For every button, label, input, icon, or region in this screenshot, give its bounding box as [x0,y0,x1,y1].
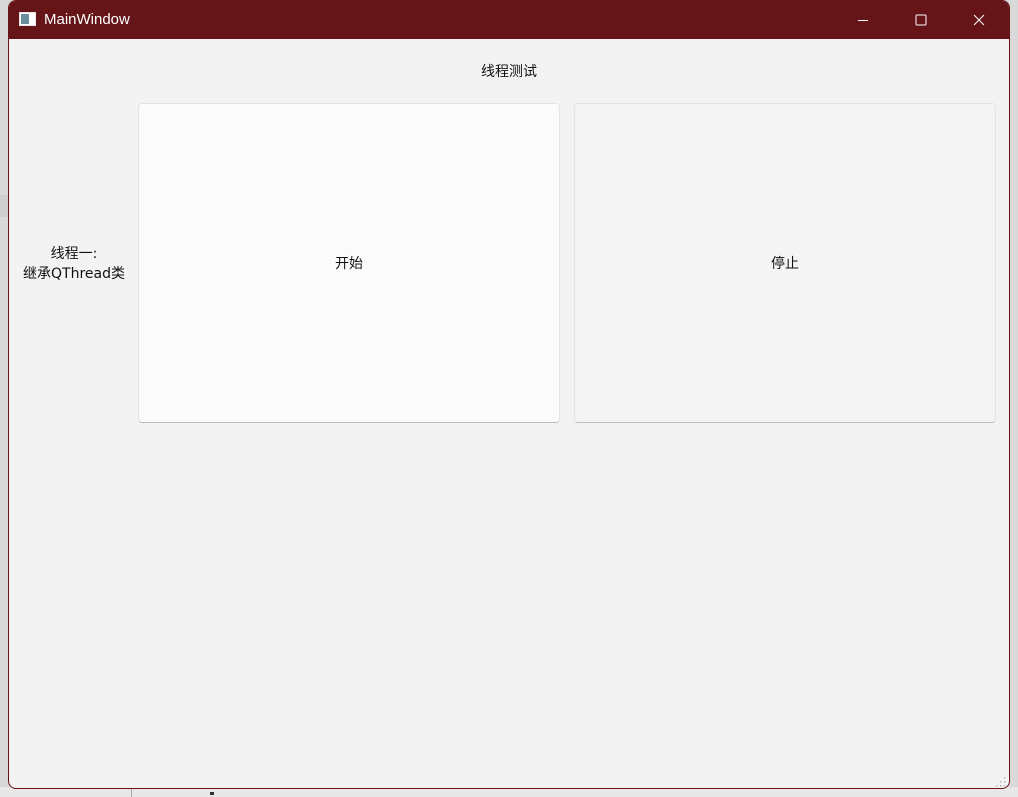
title-bar[interactable]: MainWindow [9,1,1009,39]
window-title: MainWindow [44,11,130,28]
close-icon [973,14,985,26]
header-label: 线程测试 [481,64,537,80]
thread-one-label-line2: 继承QThread类 [23,266,125,282]
desktop-mark [210,792,214,795]
main-window: MainWindow 线程测试 线程一: 继承QThread类 开始 停止 [8,0,1010,789]
resize-grip-icon[interactable] [996,777,1006,787]
app-window-icon [19,12,36,26]
central-widget: 线程测试 线程一: 继承QThread类 开始 停止 [9,39,1009,788]
stop-button[interactable]: 停止 [574,103,996,423]
start-button[interactable]: 开始 [138,103,560,423]
thread-one-label: 线程一: 继承QThread类 [19,244,129,284]
maximize-button[interactable] [892,1,950,39]
close-button[interactable] [950,1,1008,39]
thread-one-label-line1: 线程一: [50,246,98,262]
minimize-icon [858,20,868,21]
minimize-button[interactable] [834,1,892,39]
maximize-icon [915,14,927,26]
